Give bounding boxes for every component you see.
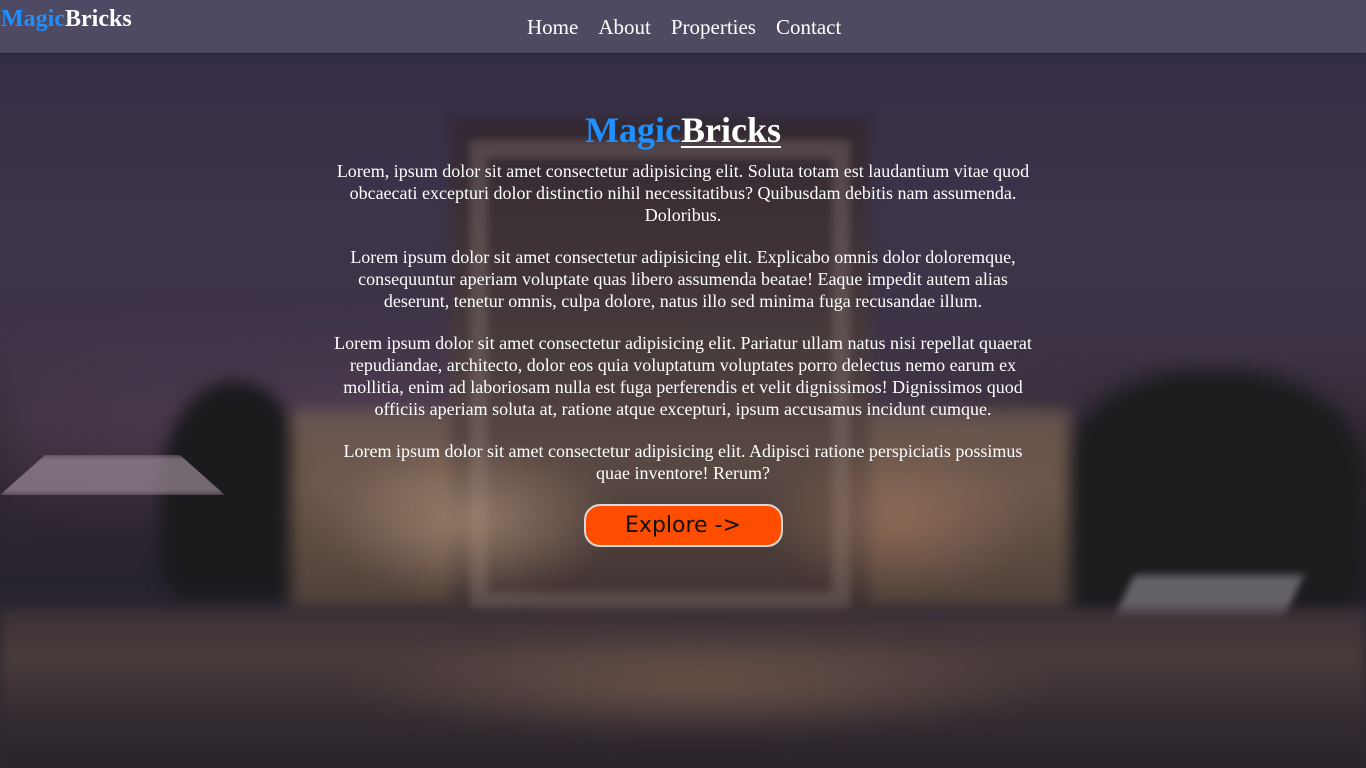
navbar: MagicBricks Home About Properties Contac… bbox=[0, 0, 1366, 53]
brand-logo[interactable]: MagicBricks bbox=[1, 4, 132, 34]
hero-paragraph-3: Lorem ipsum dolor sit amet consectetur a… bbox=[334, 333, 1032, 419]
nav-links: Home About Properties Contact bbox=[517, 14, 851, 40]
hero-paragraph-1: Lorem, ipsum dolor sit amet consectetur … bbox=[336, 161, 1030, 225]
hero-title-part1: Magic bbox=[585, 110, 681, 150]
brand-logo-part1: Magic bbox=[1, 6, 65, 32]
explore-button[interactable]: Explore -> bbox=[583, 504, 783, 547]
nav-link-home[interactable]: Home bbox=[517, 14, 588, 40]
nav-link-contact[interactable]: Contact bbox=[766, 14, 851, 40]
nav-link-properties[interactable]: Properties bbox=[661, 14, 766, 40]
hero-paragraph-4: Lorem ipsum dolor sit amet consectetur a… bbox=[343, 441, 1023, 483]
hero-paragraph-2: Lorem ipsum dolor sit amet consectetur a… bbox=[350, 247, 1016, 311]
brand-logo-part2: Bricks bbox=[64, 6, 132, 32]
nav-link-about[interactable]: About bbox=[588, 14, 661, 40]
hero-title: MagicBricks bbox=[333, 108, 1033, 152]
hero-section: MagicBricks Lorem, ipsum dolor sit amet … bbox=[333, 108, 1033, 547]
hero-title-part2: Bricks bbox=[680, 110, 781, 150]
